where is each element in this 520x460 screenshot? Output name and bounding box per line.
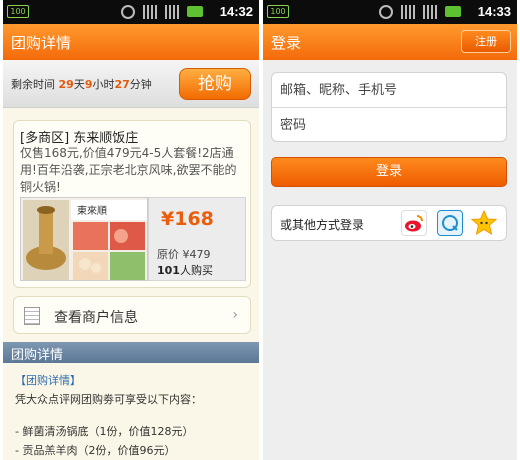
network-icon xyxy=(165,5,179,19)
hotpot-photo: 東來順 xyxy=(21,198,147,280)
section-header: 团购详情 xyxy=(3,342,259,363)
status-bar: 100 14:32 xyxy=(3,0,259,24)
battery-level-icon xyxy=(187,6,203,17)
page-title: 团购详情 xyxy=(11,34,72,52)
other-login-label: 或其他方式登录 xyxy=(280,218,365,232)
buy-now-button[interactable]: 抢购 xyxy=(179,68,251,100)
network-icon xyxy=(423,5,437,19)
original-price: 原价 ¥479 xyxy=(157,248,211,261)
account-input[interactable] xyxy=(280,75,500,105)
status-time: 14:32 xyxy=(219,4,253,19)
register-button[interactable]: 注册 xyxy=(461,30,511,53)
battery-icon: 100 xyxy=(7,5,29,18)
status-bar: 100 14:33 xyxy=(263,0,517,24)
login-button[interactable]: 登录 xyxy=(271,157,507,187)
svg-text:東來順: 東來順 xyxy=(77,204,107,217)
chevron-right-icon: › xyxy=(232,307,238,323)
merchant-info-label: 查看商户信息 xyxy=(54,310,138,326)
hotpot-image: 東來順 xyxy=(20,197,148,281)
signal-icon xyxy=(401,5,415,19)
deal-detail-screen: 100 14:32 团购详情 剩余时间 29天9小时27分钟 抢购 [多商区] … xyxy=(3,0,259,460)
status-time: 14:33 xyxy=(477,4,511,19)
title-bar: 登录 注册 xyxy=(263,24,517,60)
deal-description: 仅售168元,价值479元4-5人套餐!2店通用!百年沿袭,正宗老北京风味,欲罢… xyxy=(20,146,237,194)
detail-link[interactable]: 【团购详情】 xyxy=(15,372,81,388)
signal-icon xyxy=(143,5,157,19)
social-login-row: 或其他方式登录 xyxy=(271,205,507,241)
countdown-text: 剩余时间 29天9小时27分钟 xyxy=(11,78,152,91)
password-input[interactable] xyxy=(280,110,500,140)
login-form xyxy=(271,72,507,142)
detail-intro: 凭大众点评网团购劵可享受以下内容： xyxy=(15,393,202,406)
section-title: 团购详情 xyxy=(11,348,64,363)
detail-item: - 贡品羔羊肉（2份，价值96元） xyxy=(15,444,176,457)
document-icon xyxy=(24,307,40,325)
star-icon[interactable] xyxy=(470,209,498,236)
deal-title: [多商区] 东来顺饭庄 xyxy=(20,131,139,146)
merchant-info-row[interactable]: 查看商户信息 › xyxy=(13,296,251,334)
sold-count: 101人购买 xyxy=(157,264,213,277)
login-screen: 100 14:33 登录 注册 登录 或其他方式登录 xyxy=(263,0,517,460)
sync-icon xyxy=(379,5,393,19)
detail-item: - 鲜菌清汤锅底（1份，价值128元） xyxy=(15,425,194,438)
sync-icon xyxy=(121,5,135,19)
qq-icon[interactable] xyxy=(437,210,463,236)
deal-card[interactable]: [多商区] 东来顺饭庄 仅售168元,价值479元4-5人套餐!2店通用!百年沿… xyxy=(13,120,251,288)
weibo-icon[interactable] xyxy=(401,210,427,236)
title-bar: 团购详情 xyxy=(3,24,259,60)
deal-price: ¥168 xyxy=(161,208,214,230)
price-box: ¥168 原价 ¥479 101人购买 xyxy=(148,197,246,281)
countdown-bar: 剩余时间 29天9小时27分钟 抢购 xyxy=(3,60,259,108)
page-title: 登录 xyxy=(271,34,302,52)
field-divider xyxy=(272,107,506,108)
battery-icon: 100 xyxy=(267,5,289,18)
battery-level-icon xyxy=(445,6,461,17)
